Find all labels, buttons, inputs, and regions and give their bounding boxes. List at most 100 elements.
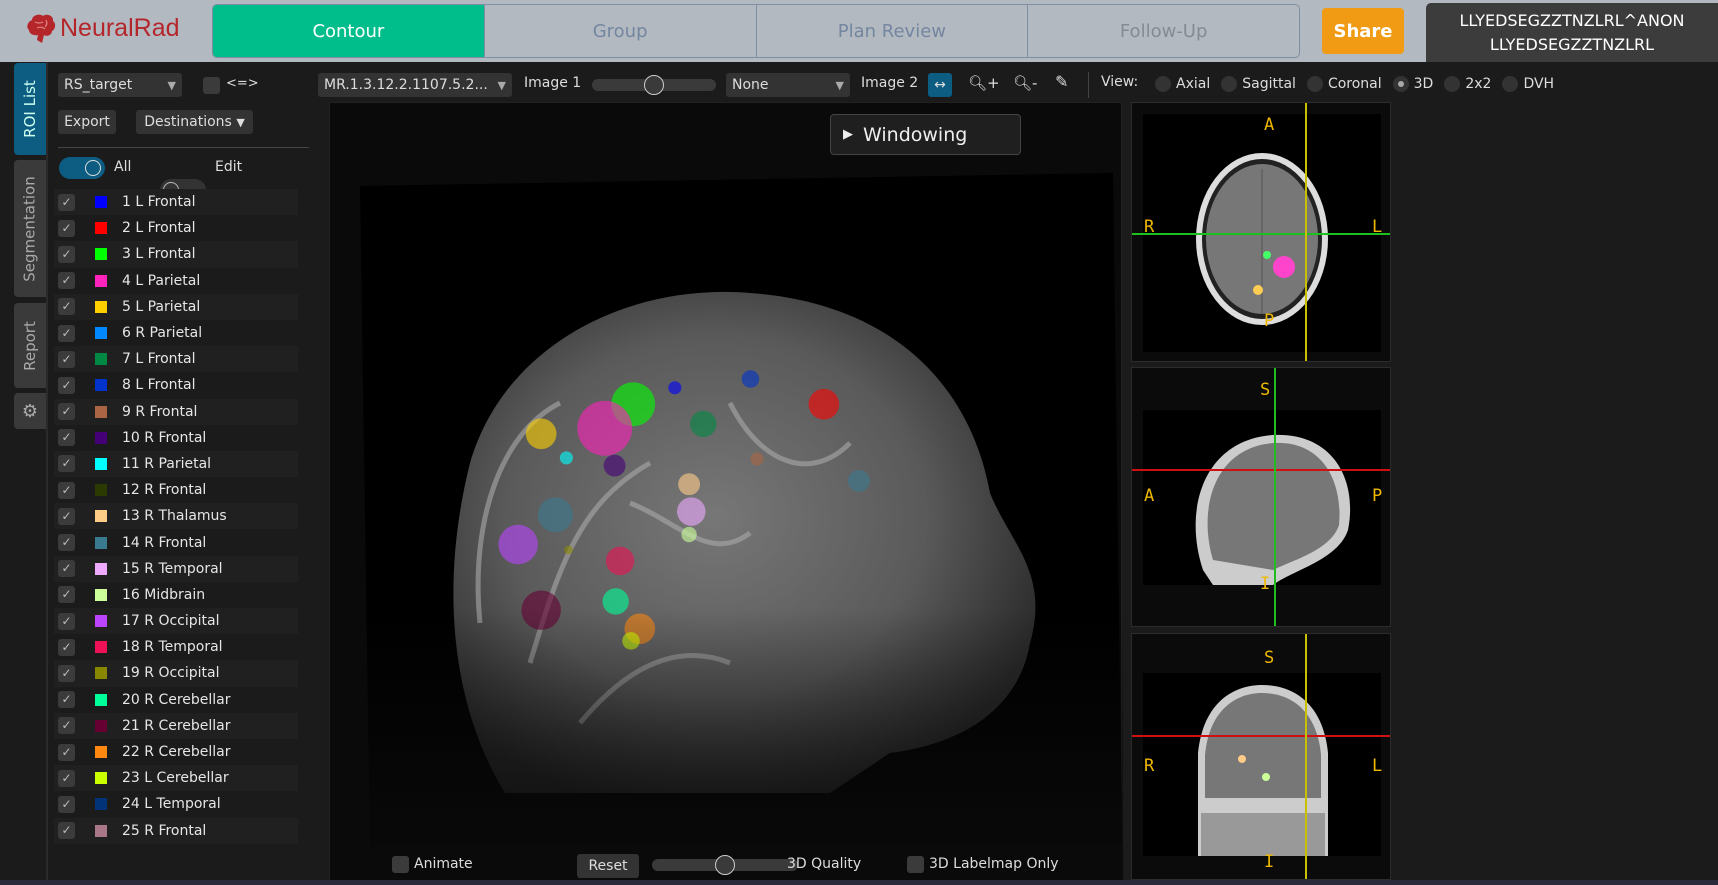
- ruler-icon[interactable]: ✎: [1055, 72, 1068, 91]
- crosshair-horizontal[interactable]: [1132, 469, 1390, 471]
- roi-row[interactable]: ✓ 3 L Frontal: [54, 241, 298, 268]
- roi-visibility-checkbox[interactable]: ✓: [58, 586, 75, 604]
- roi-row[interactable]: ✓ 9 R Frontal: [54, 398, 298, 425]
- roi-visibility-checkbox[interactable]: ✓: [58, 272, 75, 290]
- roi-row[interactable]: ✓ 10 R Frontal: [54, 425, 298, 451]
- 3d-quality-slider[interactable]: [652, 855, 798, 875]
- structure-set-select[interactable]: RS_target ▼: [58, 73, 182, 97]
- tab-contour[interactable]: Contour: [213, 5, 485, 57]
- roi-visibility-checkbox[interactable]: ✓: [58, 743, 75, 761]
- roi-row[interactable]: ✓ 8 L Frontal: [54, 372, 298, 398]
- crosshair-vertical[interactable]: [1305, 634, 1307, 879]
- crosshair-vertical[interactable]: [1305, 103, 1307, 361]
- radio-button[interactable]: [1221, 76, 1238, 92]
- share-button[interactable]: Share: [1322, 8, 1404, 54]
- 3d-render[interactable]: [330, 103, 1123, 881]
- view-radio-coronal[interactable]: Coronal: [1306, 76, 1382, 92]
- roi-row[interactable]: ✓ 23 L Cerebellar: [54, 765, 298, 792]
- radio-button[interactable]: [1306, 76, 1323, 92]
- roi-visibility-checkbox[interactable]: ✓: [58, 534, 75, 552]
- export-button[interactable]: Export: [58, 110, 116, 134]
- roi-color-swatch[interactable]: [95, 615, 107, 628]
- roi-row[interactable]: ✓ 25 R Frontal: [54, 817, 298, 844]
- roi-visibility-checkbox[interactable]: ✓: [58, 481, 75, 499]
- roi-visibility-checkbox[interactable]: ✓: [58, 403, 75, 421]
- roi-color-swatch[interactable]: [95, 693, 107, 706]
- tab-group[interactable]: Group: [485, 5, 757, 57]
- roi-color-swatch[interactable]: [95, 327, 107, 340]
- pan-button[interactable]: ↔: [928, 73, 952, 97]
- all-toggle[interactable]: [59, 157, 105, 179]
- view-radio-3d[interactable]: 3D: [1392, 76, 1433, 92]
- roi-row[interactable]: ✓ 20 R Cerebellar: [54, 687, 298, 713]
- roi-color-swatch[interactable]: [95, 824, 107, 837]
- slider-thumb[interactable]: [715, 855, 735, 875]
- roi-color-swatch[interactable]: [95, 431, 107, 444]
- roi-visibility-checkbox[interactable]: ✓: [58, 350, 75, 368]
- roi-visibility-checkbox[interactable]: ✓: [58, 795, 75, 813]
- roi-color-swatch[interactable]: [95, 353, 107, 366]
- roi-visibility-checkbox[interactable]: ✓: [58, 429, 75, 447]
- roi-row[interactable]: ✓ 15 R Temporal: [54, 555, 298, 582]
- roi-visibility-checkbox[interactable]: ✓: [58, 193, 75, 211]
- roi-row[interactable]: ✓ 6 R Parietal: [54, 320, 298, 346]
- roi-color-swatch[interactable]: [95, 772, 107, 785]
- roi-color-swatch[interactable]: [95, 746, 107, 759]
- roi-visibility-checkbox[interactable]: ✓: [58, 219, 75, 237]
- roi-row[interactable]: ✓ 1 L Frontal: [54, 189, 298, 216]
- animate-checkbox[interactable]: [392, 856, 409, 873]
- labelmap-only-checkbox[interactable]: [907, 856, 924, 873]
- roi-row[interactable]: ✓ 22 R Cerebellar: [54, 739, 298, 765]
- view-radio-sagittal[interactable]: Sagittal: [1221, 76, 1296, 92]
- roi-visibility-checkbox[interactable]: ✓: [58, 324, 75, 342]
- roi-visibility-checkbox[interactable]: ✓: [58, 638, 75, 656]
- roi-row[interactable]: ✓ 24 L Temporal: [54, 791, 298, 817]
- roi-color-swatch[interactable]: [95, 588, 107, 601]
- roi-color-swatch[interactable]: [95, 248, 107, 261]
- side-tab-report[interactable]: Report: [14, 303, 46, 388]
- roi-color-swatch[interactable]: [95, 457, 107, 470]
- roi-color-swatch[interactable]: [95, 274, 107, 287]
- view-radio-axial[interactable]: Axial: [1155, 76, 1210, 92]
- roi-visibility-checkbox[interactable]: ✓: [58, 717, 75, 735]
- roi-row[interactable]: ✓ 2 L Frontal: [54, 215, 298, 241]
- slider-thumb[interactable]: [644, 75, 664, 95]
- crosshair-horizontal[interactable]: [1132, 233, 1390, 235]
- roi-color-swatch[interactable]: [95, 798, 107, 811]
- roi-color-swatch[interactable]: [95, 405, 107, 418]
- view-radio-2x2[interactable]: 2x2: [1444, 76, 1491, 92]
- axial-view-panel[interactable]: A R L P: [1131, 102, 1391, 362]
- roi-row[interactable]: ✓ 11 R Parietal: [54, 450, 298, 478]
- roi-row[interactable]: ✓ 16 Midbrain: [54, 582, 298, 608]
- roi-row[interactable]: ✓ 21 R Cerebellar: [54, 712, 298, 739]
- 3d-viewport[interactable]: [329, 102, 1123, 881]
- roi-color-swatch[interactable]: [95, 719, 107, 732]
- roi-color-swatch[interactable]: [95, 300, 107, 313]
- roi-row[interactable]: ✓ 5 L Parietal: [54, 293, 298, 320]
- image1-series-select[interactable]: MR.1.3.12.2.1107.5.2... ▼: [318, 73, 512, 97]
- roi-color-swatch[interactable]: [95, 379, 107, 392]
- roi-row[interactable]: ✓ 13 R Thalamus: [54, 503, 298, 530]
- side-tab-roi-list[interactable]: ROI List: [14, 63, 46, 155]
- roi-visibility-checkbox[interactable]: ✓: [58, 691, 75, 709]
- roi-visibility-checkbox[interactable]: ✓: [58, 822, 75, 840]
- roi-color-swatch[interactable]: [95, 510, 107, 523]
- image2-series-select[interactable]: None ▼: [726, 73, 850, 97]
- sagittal-view-panel[interactable]: S A P I: [1131, 367, 1391, 627]
- roi-visibility-checkbox[interactable]: ✓: [58, 560, 75, 578]
- settings-button[interactable]: ⚙: [14, 393, 46, 429]
- roi-visibility-checkbox[interactable]: ✓: [58, 769, 75, 787]
- view-radio-dvh[interactable]: DVH: [1502, 76, 1554, 92]
- crosshair-vertical[interactable]: [1274, 368, 1276, 626]
- roi-row[interactable]: ✓ 4 L Parietal: [54, 268, 298, 294]
- roi-row[interactable]: ✓ 14 R Frontal: [54, 529, 298, 555]
- roi-visibility-checkbox[interactable]: ✓: [58, 376, 75, 394]
- crosshair-horizontal[interactable]: [1132, 735, 1390, 737]
- roi-visibility-checkbox[interactable]: ✓: [58, 507, 75, 525]
- roi-visibility-checkbox[interactable]: ✓: [58, 298, 75, 316]
- roi-row[interactable]: ✓ 18 R Temporal: [54, 634, 298, 660]
- roi-row[interactable]: ✓ 17 R Occipital: [54, 608, 298, 635]
- roi-visibility-checkbox[interactable]: ✓: [58, 245, 75, 263]
- swap-checkbox[interactable]: [203, 77, 220, 94]
- radio-button[interactable]: [1444, 76, 1461, 92]
